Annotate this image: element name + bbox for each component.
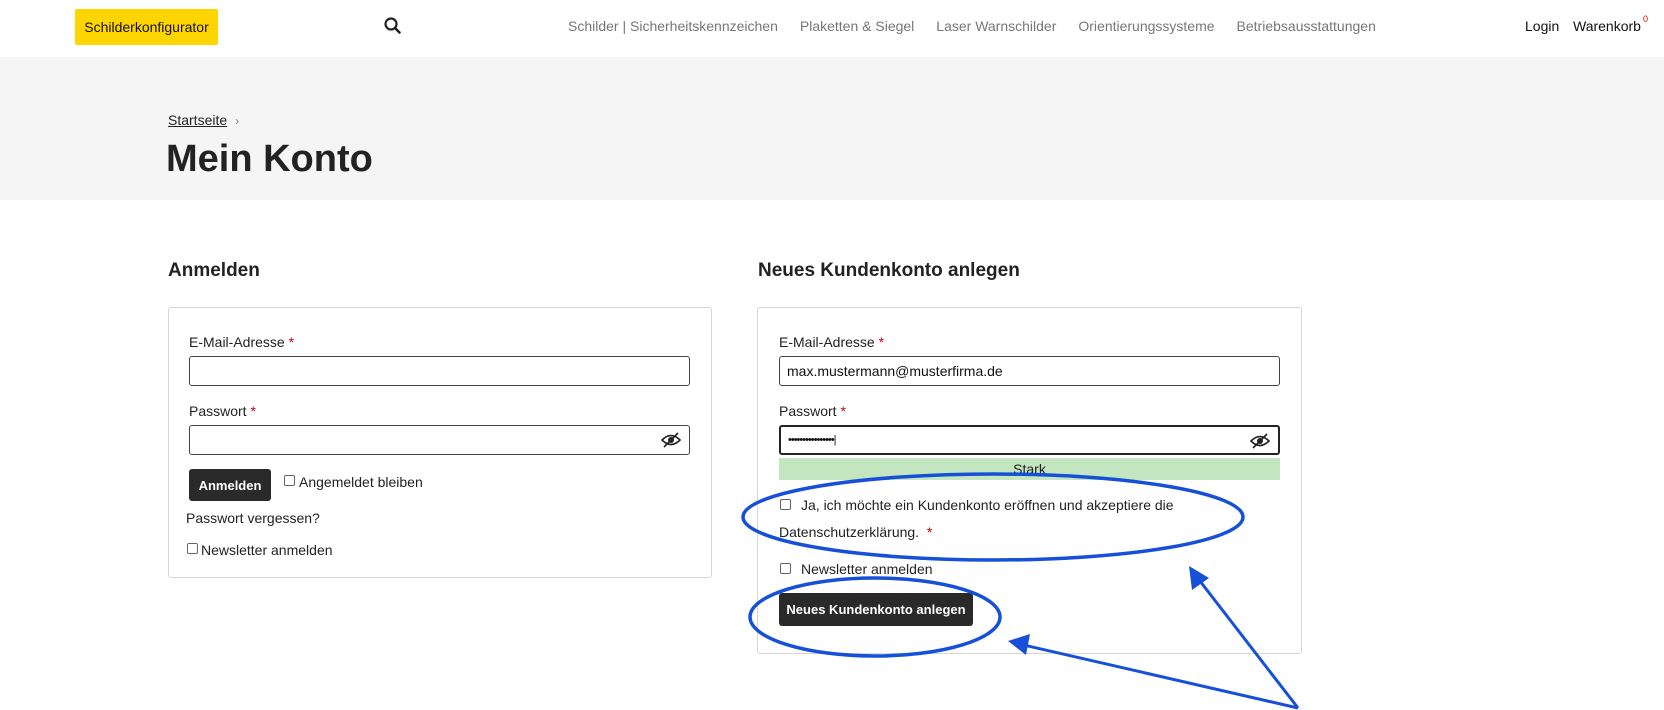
cart-link[interactable]: Warenkorb [1573,18,1641,34]
password-strength-indicator: Stark [779,458,1280,480]
register-newsletter-checkbox[interactable] [780,563,791,574]
site-header: Schilderkonfigurator Schilder | Sicherhe… [0,0,1664,57]
login-section-title: Anmelden [168,260,260,281]
forgot-password-link[interactable]: Passwort vergessen? [186,510,320,526]
cart-count-badge: 0 [1643,14,1649,24]
login-email-label: E-Mail-Adresse * [189,334,295,350]
breadcrumb-home-link[interactable]: Startseite [168,112,227,128]
schilderkonfigurator-button[interactable]: Schilderkonfigurator [75,9,218,45]
register-section-title: Neues Kundenkonto anlegen [758,260,1020,281]
privacy-policy-link[interactable]: Datenschutzerklärung. [779,524,919,540]
breadcrumb: Startseite › [168,112,239,128]
login-email-input[interactable] [189,356,690,386]
privacy-consent-line1: Ja, ich möchte ein Kundenkonto eröffnen … [801,497,1174,513]
register-newsletter-label: Newsletter anmelden [801,561,933,577]
nav-item-plaketten[interactable]: Plaketten & Siegel [800,18,914,34]
register-password-label: Passwort * [779,403,846,419]
main-nav: Schilder | Sicherheitskennzeichen Plaket… [568,18,1398,34]
login-password-input[interactable] [189,425,690,455]
eye-slash-icon[interactable] [660,432,682,448]
page-title: Mein Konto [166,138,373,180]
eye-slash-icon[interactable] [1249,433,1271,449]
nav-item-laser-warnschilder[interactable]: Laser Warnschilder [936,18,1056,34]
login-password-label: Passwort * [189,403,256,419]
remember-me-checkbox[interactable] [284,475,295,486]
nav-item-schilder[interactable]: Schilder | Sicherheitskennzeichen [568,18,778,34]
register-password-input[interactable]: ••••••••••••••••| [779,425,1280,455]
login-newsletter-label: Newsletter anmelden [201,542,333,558]
remember-me-label: Angemeldet bleiben [299,474,423,490]
search-icon[interactable] [383,16,403,36]
breadcrumb-separator: › [235,114,240,128]
login-link[interactable]: Login [1525,18,1559,34]
login-newsletter-checkbox[interactable] [187,543,198,554]
register-submit-button[interactable]: Neues Kundenkonto anlegen [779,593,973,626]
privacy-consent-checkbox[interactable] [780,499,791,510]
nav-item-orientierungssysteme[interactable]: Orientierungssysteme [1078,18,1214,34]
nav-item-betriebsausstattungen[interactable]: Betriebsausstattungen [1237,18,1376,34]
register-email-label: E-Mail-Adresse * [779,334,885,350]
register-email-input[interactable]: max.mustermann@musterfirma.de [779,356,1280,386]
login-submit-button[interactable]: Anmelden [189,469,271,501]
privacy-consent-line2: Datenschutzerklärung. * [779,524,933,540]
